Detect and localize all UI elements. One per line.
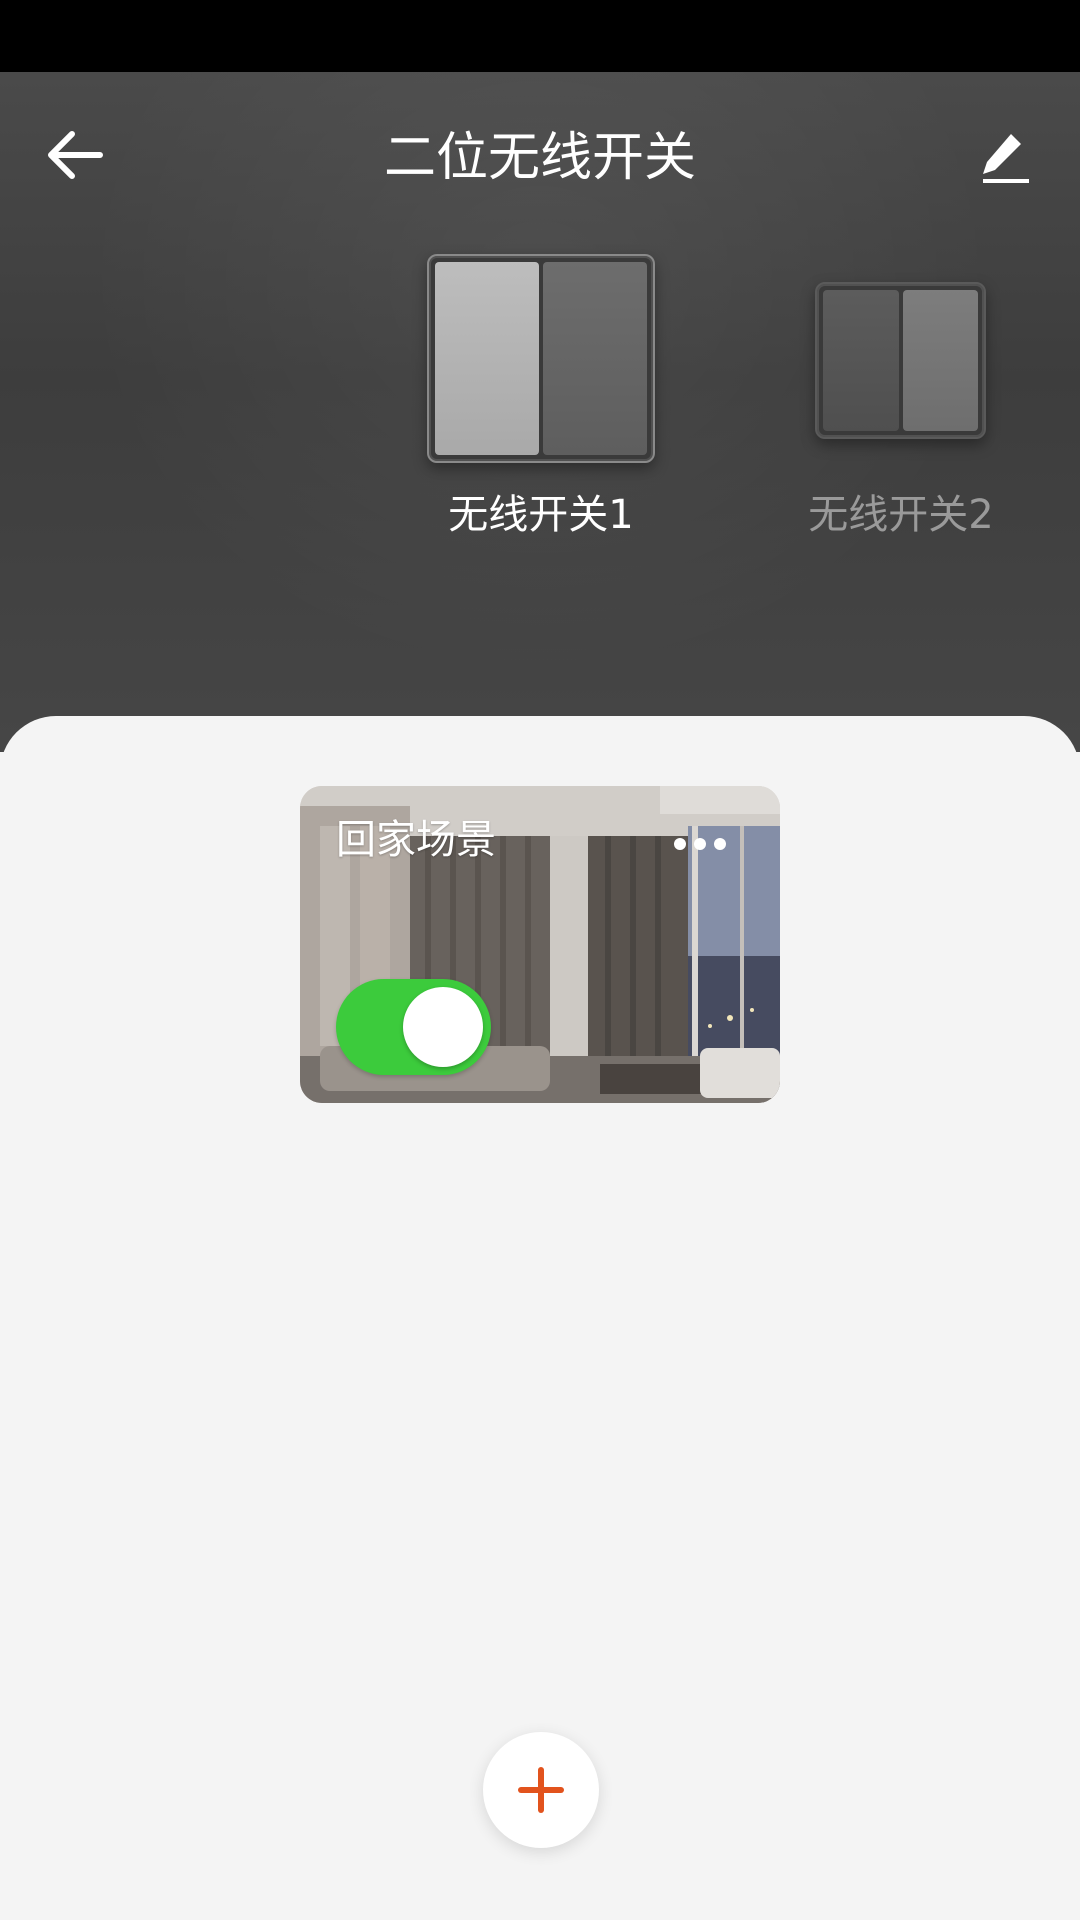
scene-title: 回家场景: [336, 817, 496, 863]
switch-paddle-right: [902, 290, 978, 431]
switch-paddle-right: [543, 262, 647, 455]
status-bar: [0, 0, 1080, 72]
more-dots-icon: [674, 838, 726, 850]
scene-toggle[interactable]: [336, 979, 491, 1075]
switch-paddle-left: [823, 290, 899, 431]
page-title: 二位无线开关: [383, 128, 696, 188]
pencil-icon: [983, 134, 1029, 183]
scene-card[interactable]: 回家场景: [300, 786, 780, 1103]
switch-frame: [427, 254, 655, 463]
scene-more-button[interactable]: [672, 834, 728, 854]
switch-label-1: 无线开关1: [448, 492, 634, 538]
toggle-knob: [403, 987, 483, 1067]
switch-paddle-left: [435, 262, 539, 455]
arrow-left-icon: [48, 131, 103, 179]
switch-label-2: 无线开关2: [808, 492, 994, 538]
switch-tile-1[interactable]: [427, 254, 655, 463]
back-button[interactable]: [40, 120, 110, 190]
switch-frame: [815, 282, 986, 439]
edit-button[interactable]: [975, 126, 1035, 190]
add-scene-button[interactable]: [483, 1732, 599, 1848]
switch-tile-2[interactable]: [815, 282, 986, 439]
plus-icon: [518, 1767, 564, 1813]
